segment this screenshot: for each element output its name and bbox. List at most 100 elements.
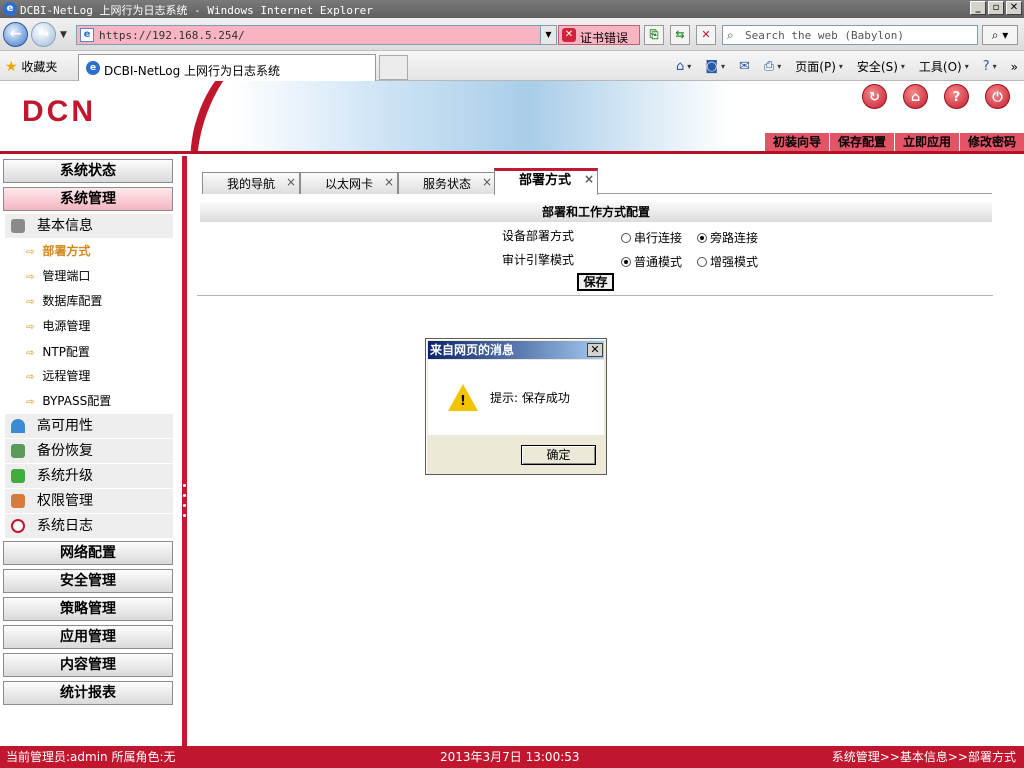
radio-enhanced[interactable]: 增强模式 — [697, 253, 758, 270]
sidebar-item-syslog[interactable]: 系统日志 — [5, 514, 173, 538]
sidebar-leaf-deployment[interactable]: ⇨ 部署方式 — [26, 240, 90, 262]
home-circle-icon[interactable]: ⌂ — [903, 84, 928, 109]
message-dialog: 来自网页的消息 ✕ ! 提示: 保存成功 确定 — [425, 338, 607, 475]
apply-now-link[interactable]: 立即应用 — [893, 133, 959, 151]
url-dropdown-icon[interactable]: ▼ — [540, 26, 556, 44]
menu-application[interactable]: 应用管理 — [3, 625, 173, 649]
tab-ethernet[interactable]: 以太网卡 × — [300, 172, 398, 194]
dialog-title: 来自网页的消息 — [428, 341, 604, 359]
tab-my-nav[interactable]: 我的导航 × — [202, 172, 300, 194]
ok-button[interactable]: 确定 — [521, 445, 596, 465]
sidebar-item-basic-info[interactable]: 基本信息 — [5, 214, 173, 238]
status-bar: 当前管理员:admin 所属角色:无 2013年3月7日 13:00:53 系统… — [0, 746, 1024, 768]
menu-security[interactable]: 安全管理 — [3, 569, 173, 593]
sidebar-leaf-database[interactable]: ⇨ 数据库配置 — [26, 290, 102, 312]
history-dropdown-icon[interactable]: ▼ — [60, 30, 70, 40]
stop-icon[interactable]: ✕ — [696, 25, 716, 45]
refresh-circle-icon[interactable]: ↻ — [862, 84, 887, 109]
sidebar-splitter[interactable] — [182, 156, 187, 746]
close-window-button[interactable]: ✕ — [1006, 1, 1022, 15]
close-tab-icon[interactable]: × — [482, 171, 492, 193]
sidebar-leaf-power[interactable]: ⇨ 电源管理 — [26, 315, 90, 337]
save-config-link[interactable]: 保存配置 — [828, 133, 894, 151]
radio-normal-circle[interactable] — [621, 257, 631, 267]
tab-deployment[interactable]: 部署方式 × — [494, 168, 598, 195]
url-text: https://192.168.5.254/ — [99, 29, 245, 42]
arrow-icon: ⇨ — [26, 297, 35, 308]
sidebar-leaf-ntp[interactable]: ⇨ NTP配置 — [26, 341, 90, 363]
address-bar: ← → ▼ e https://192.168.5.254/ ▼ ✕ 证书错误 … — [0, 18, 1024, 51]
tools-menu[interactable]: 工具(O) ▾ — [919, 58, 969, 75]
compatibility-icon[interactable]: ⎘ — [644, 25, 664, 45]
menu-system-management[interactable]: 系统管理 — [3, 187, 173, 211]
close-tab-icon[interactable]: × — [384, 171, 394, 193]
status-breadcrumb: 系统管理>>基本信息>>部署方式 — [831, 750, 1016, 764]
back-button[interactable]: ← — [3, 22, 28, 47]
sidebar-leaf-mgmt-port[interactable]: ⇨ 管理端口 — [26, 265, 90, 287]
browser-tab-title: DCBI-NetLog 上网行为日志系统 — [104, 64, 281, 78]
forward-button[interactable]: → — [31, 22, 56, 47]
help-circle-icon[interactable]: ? — [944, 84, 969, 109]
save-button[interactable]: 保存 — [577, 273, 614, 291]
header-banner — [230, 81, 730, 151]
menu-policy[interactable]: 策略管理 — [3, 597, 173, 621]
browser-tab[interactable]: e DCBI-NetLog 上网行为日志系统 — [78, 54, 376, 81]
radio-bypass-circle[interactable] — [697, 233, 707, 243]
minimize-button[interactable]: _ — [970, 1, 986, 15]
radio-serial[interactable]: 串行连接 — [621, 229, 682, 246]
menu-network-config[interactable]: 网络配置 — [3, 541, 173, 565]
home-icon: ⌂ — [676, 59, 685, 74]
menu-content[interactable]: 内容管理 — [3, 653, 173, 677]
certificate-error-button[interactable]: ✕ 证书错误 — [558, 25, 640, 45]
close-tab-icon[interactable]: × — [286, 171, 296, 193]
sidebar-leaf-bypass[interactable]: ⇨ BYPASS配置 — [26, 390, 111, 412]
refresh-icon[interactable]: ⇆ — [670, 25, 690, 45]
new-tab-button[interactable] — [379, 55, 408, 80]
page-menu[interactable]: 页面(P) ▾ — [795, 58, 843, 75]
page-icon: e — [80, 28, 94, 42]
safety-menu[interactable]: 安全(S) ▾ — [857, 58, 905, 75]
dialog-close-button[interactable]: ✕ — [587, 343, 603, 357]
radio-bypass[interactable]: 旁路连接 — [697, 229, 758, 246]
audit-mode-label: 审计引擎模式 — [502, 253, 575, 267]
mail-button[interactable]: ✉ — [739, 59, 750, 74]
radio-normal[interactable]: 普通模式 — [621, 253, 682, 270]
url-field[interactable]: e https://192.168.5.254/ ▼ — [76, 25, 557, 45]
more-chevron-icon[interactable]: » — [1011, 60, 1018, 74]
feeds-button[interactable]: ◙ ▾ — [705, 59, 725, 74]
menu-system-status[interactable]: 系统状态 — [3, 159, 173, 183]
umbrella-icon — [11, 419, 25, 433]
divider — [197, 295, 993, 296]
tab-service-status[interactable]: 服务状态 × — [398, 172, 496, 194]
menu-reports[interactable]: 统计报表 — [3, 681, 173, 705]
command-bar: ★ 收藏夹 e DCBI-NetLog 上网行为日志系统 ⌂ ▾ ◙ ▾ ✉ ⎙ ▾ … — [0, 51, 1024, 81]
window-title: DCBI-NetLog 上网行为日志系统 - Windows Internet … — [20, 4, 373, 17]
radio-serial-circle[interactable] — [621, 233, 631, 243]
tab-strip: 我的导航 × 以太网卡 × 服务状态 × 部署方式 × — [202, 168, 992, 195]
sidebar-leaf-remote[interactable]: ⇨ 远程管理 — [26, 365, 90, 387]
logout-circle-icon[interactable]: ⏻ — [985, 84, 1010, 109]
home-button[interactable]: ⌂ ▾ — [676, 59, 691, 74]
sidebar-item-permission[interactable]: 权限管理 — [5, 489, 173, 513]
search-input[interactable]: ⌕ Search the web (Babylon) — [722, 25, 978, 45]
maximize-button[interactable]: ▫ — [988, 1, 1004, 15]
sidebar-item-backup[interactable]: 备份恢复 — [5, 439, 173, 463]
change-password-link[interactable]: 修改密码 — [958, 133, 1024, 151]
print-button[interactable]: ⎙ ▾ — [764, 59, 781, 74]
sidebar-item-upgrade[interactable]: 系统升级 — [5, 464, 173, 488]
rss-icon: ◙ — [705, 59, 718, 74]
help-button[interactable]: ? ▾ — [983, 59, 997, 74]
sidebar-item-ha[interactable]: 高可用性 — [5, 414, 173, 438]
favorites-button[interactable]: ★ 收藏夹 — [5, 58, 57, 75]
sidebar: 系统状态 系统管理 基本信息 ⇨ 部署方式 ⇨ 管理端口 ⇨ 数据库配置 ⇨ 电源管理 … — [0, 156, 182, 746]
radio-enhanced-circle[interactable] — [697, 257, 707, 267]
quick-links-bar: 初装向导 保存配置 立即应用 修改密码 — [764, 133, 1024, 151]
arrow-icon: ⇨ — [26, 372, 35, 383]
close-tab-icon[interactable]: × — [584, 169, 594, 189]
favorites-label: 收藏夹 — [21, 60, 58, 74]
printer-icon: ⎙ — [763, 59, 775, 74]
certificate-error-label: 证书错误 — [580, 31, 629, 45]
search-button[interactable]: ⌕ ▾ — [982, 25, 1018, 45]
status-admin: 当前管理员:admin 所属角色:无 — [6, 750, 176, 764]
setup-wizard-link[interactable]: 初装向导 — [765, 133, 829, 151]
